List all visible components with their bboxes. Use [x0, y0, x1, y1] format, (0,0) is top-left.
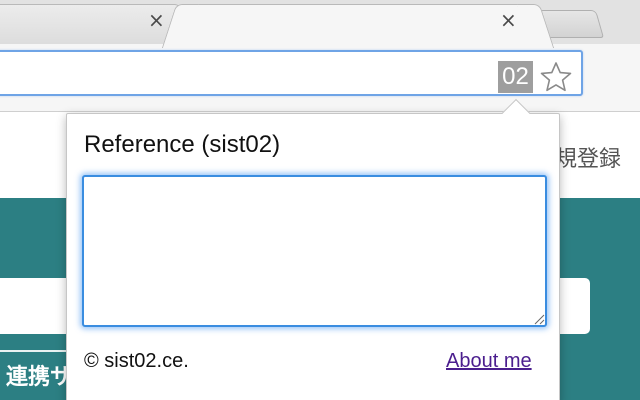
popup-title: Reference (sist02) [84, 131, 281, 158]
tab-active[interactable] [178, 4, 538, 46]
reference-textarea[interactable] [82, 175, 547, 327]
close-icon[interactable]: × [148, 10, 165, 30]
extension-popup: Reference (sist02) © sist02.ce. About me [66, 113, 560, 400]
register-link[interactable]: 規登録 [555, 141, 621, 173]
about-me-link[interactable]: About me [446, 350, 532, 373]
close-icon[interactable]: × [500, 10, 517, 30]
address-bar[interactable] [0, 50, 583, 96]
copyright-text: © sist02.ce. [84, 350, 189, 372]
star-icon[interactable] [539, 60, 573, 94]
resize-grip-icon[interactable] [533, 313, 545, 325]
extension-badge-icon[interactable]: 02 [498, 61, 533, 93]
tab-strip: × × [0, 0, 640, 46]
